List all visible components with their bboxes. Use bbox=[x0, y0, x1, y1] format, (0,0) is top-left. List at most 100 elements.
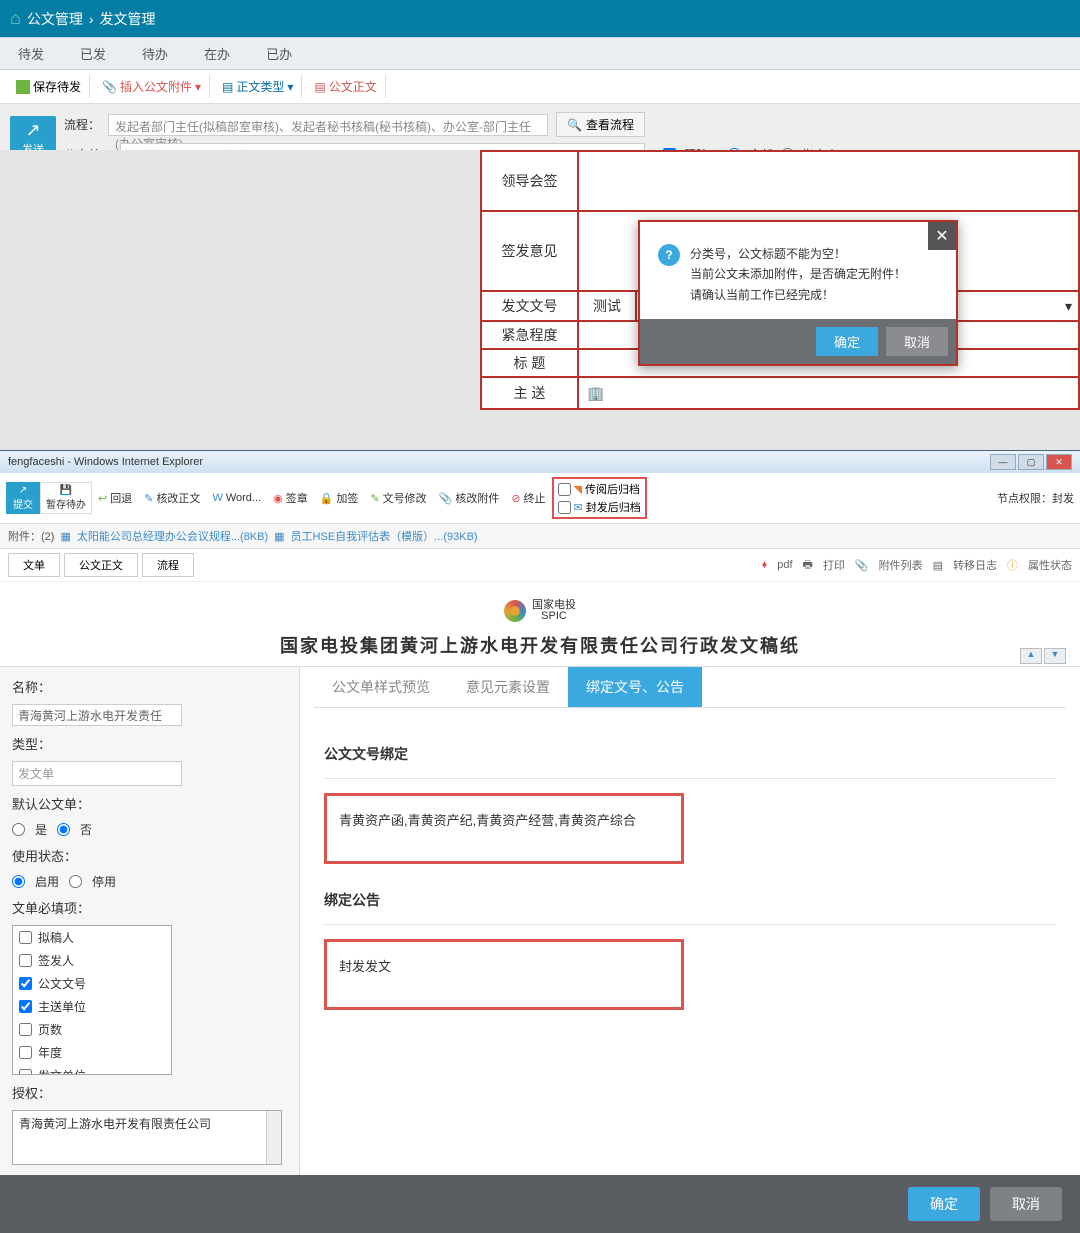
doc-number-binding-box[interactable]: 青黄资产函,青黄资产纪,青黄资产经营,青黄资产综合 bbox=[324, 793, 684, 864]
disable-radio[interactable] bbox=[69, 875, 82, 888]
doc-tab-flow[interactable]: 流程 bbox=[142, 553, 194, 577]
save-pending-button[interactable]: 保存待发 bbox=[8, 75, 90, 98]
node-auth: 节点权限：封发 bbox=[997, 490, 1074, 506]
print-link[interactable]: 打印 bbox=[823, 557, 845, 573]
req-checkbox[interactable] bbox=[19, 1000, 32, 1013]
stop-icon: ⊘ bbox=[511, 492, 520, 505]
req-checkbox[interactable] bbox=[19, 954, 32, 967]
attach-icon: 📎 bbox=[439, 492, 453, 505]
toolbar: 保存待发 📎插入公文附件▾ ▤正文类型▾ ▤公文正文 bbox=[0, 70, 1080, 104]
breadcrumb-app[interactable]: 公文管理 bbox=[27, 9, 83, 29]
default-no-radio[interactable] bbox=[57, 823, 70, 836]
dialog-ok-button[interactable]: 确定 bbox=[816, 327, 878, 356]
ie-window: fengfaceshi - Windows Internet Explorer … bbox=[0, 450, 1080, 666]
save-icon bbox=[16, 80, 30, 94]
org-picker-icon[interactable]: 🏢 bbox=[587, 385, 604, 401]
config-left-panel: 名称： 类型： 发文单 默认公文单： 是 否 使用状态： 启用 停用 文单必填项… bbox=[0, 667, 300, 1175]
leader-sign-cell: 领导会签 bbox=[481, 151, 578, 211]
use-status-label: 使用状态： bbox=[12, 846, 287, 865]
tab-sent[interactable]: 已发 bbox=[62, 38, 124, 69]
sign-button[interactable]: ◉签章 bbox=[267, 488, 314, 508]
footer-cancel-button[interactable]: 取消 bbox=[990, 1187, 1062, 1221]
view-flow-button[interactable]: 🔍查看流程 bbox=[556, 112, 645, 137]
minimize-button[interactable]: — bbox=[990, 454, 1016, 470]
word-button[interactable]: WWord... bbox=[206, 490, 267, 506]
enable-radio[interactable] bbox=[12, 875, 25, 888]
tab-in-progress[interactable]: 在办 bbox=[186, 38, 248, 69]
doc-icon: ▤ bbox=[222, 80, 233, 94]
doc-body-button[interactable]: ▤公文正文 bbox=[306, 75, 385, 98]
doc-type-button[interactable]: ▤正文类型▾ bbox=[214, 75, 302, 98]
rss-icon: ◥ bbox=[574, 483, 582, 496]
scroll-up-button[interactable]: ▲ bbox=[1020, 648, 1042, 664]
name-input[interactable] bbox=[12, 704, 182, 726]
required-label: 文单必填项： bbox=[12, 898, 287, 917]
home-icon[interactable]: ⌂ bbox=[10, 8, 21, 29]
encrypt-button[interactable]: 🔒加签 bbox=[314, 488, 365, 508]
default-yes-radio[interactable] bbox=[12, 823, 25, 836]
edit-icon: ✎ bbox=[370, 492, 379, 505]
list-item: 发文单位 bbox=[13, 1064, 171, 1075]
save-pending-button[interactable]: 💾暂存待办 bbox=[40, 482, 92, 514]
list-icon: 📎 bbox=[855, 559, 869, 572]
tab-todo[interactable]: 待办 bbox=[124, 38, 186, 69]
log-icon: ▤ bbox=[933, 559, 943, 572]
docnum-change-button[interactable]: ✎文号修改 bbox=[364, 488, 432, 508]
transfer-log-link[interactable]: 转移日志 bbox=[953, 557, 997, 573]
word-icon: ▦ bbox=[274, 530, 284, 543]
right-tabs: 公文单样式预览 意见元素设置 绑定文号、公告 bbox=[314, 667, 1066, 708]
urgency-cell: 紧急程度 bbox=[481, 321, 578, 349]
tab-style-preview[interactable]: 公文单样式预览 bbox=[314, 667, 448, 707]
required-list[interactable]: 拟稿人 签发人 公文文号 主送单位 页数 年度 发文单位 bbox=[12, 925, 172, 1075]
scroll-down-button[interactable]: ▼ bbox=[1044, 648, 1066, 664]
default-form-label: 默认公文单： bbox=[12, 794, 287, 813]
footer-bar: 确定 取消 bbox=[0, 1175, 1080, 1233]
doc-number-value[interactable]: 测试 bbox=[578, 291, 636, 321]
list-item: 公文文号 bbox=[13, 972, 171, 995]
req-checkbox[interactable] bbox=[19, 977, 32, 990]
top-tabs: 待发 已发 待办 在办 已办 bbox=[0, 37, 1080, 70]
scrollbar[interactable] bbox=[266, 1111, 281, 1164]
auth-box[interactable]: 青海黄河上游水电开发有限责任公司 bbox=[12, 1110, 282, 1165]
footer-ok-button[interactable]: 确定 bbox=[908, 1187, 980, 1221]
maximize-button[interactable]: ▢ bbox=[1018, 454, 1044, 470]
attr-status-link[interactable]: 属性状态 bbox=[1028, 557, 1072, 573]
list-item: 拟稿人 bbox=[13, 926, 171, 949]
pdf-link[interactable]: pdf bbox=[777, 559, 792, 571]
lock-icon: 🔒 bbox=[320, 492, 334, 505]
dialog-cancel-button[interactable]: 取消 bbox=[886, 327, 948, 356]
attachment-link-1[interactable]: 太阳能公司总经理办公会议规程...(8KB) bbox=[77, 528, 268, 544]
req-checkbox[interactable] bbox=[19, 1069, 32, 1075]
attachment-link-2[interactable]: 员工HSE自我评估表（模版）...(93KB) bbox=[291, 528, 478, 544]
submit-button[interactable]: ↗提交 bbox=[6, 482, 40, 514]
close-button[interactable]: ✕ bbox=[928, 222, 956, 250]
archive-options: ◥传阅后归档 ✉封发后归档 bbox=[552, 477, 647, 519]
list-item: 主送单位 bbox=[13, 995, 171, 1018]
terminate-button[interactable]: ⊘终止 bbox=[505, 488, 551, 508]
tab-opinion-element[interactable]: 意见元素设置 bbox=[448, 667, 568, 707]
circulate-archive-checkbox[interactable] bbox=[558, 483, 571, 496]
window-close-button[interactable]: ✕ bbox=[1046, 454, 1072, 470]
insert-attachment-button[interactable]: 📎插入公文附件▾ bbox=[94, 75, 210, 98]
req-checkbox[interactable] bbox=[19, 1046, 32, 1059]
retreat-button[interactable]: ↩回退 bbox=[92, 488, 138, 508]
dropdown-icon[interactable]: ▾ bbox=[1065, 298, 1072, 314]
notice-binding-box[interactable]: 封发发文 bbox=[324, 939, 684, 1010]
req-checkbox[interactable] bbox=[19, 931, 32, 944]
doc-tab-body[interactable]: 公文正文 bbox=[64, 553, 138, 577]
send-icon: ↗ bbox=[25, 120, 40, 141]
flow-input[interactable]: 发起者部门主任(拟稿部室审核)、发起者秘书核稿(秘书核稿)、办公室-部门主任(办… bbox=[108, 114, 548, 136]
spic-logo-icon bbox=[504, 600, 526, 622]
doc-tab-form[interactable]: 文单 bbox=[8, 553, 60, 577]
seal-archive-checkbox[interactable] bbox=[558, 501, 571, 514]
review-attach-button[interactable]: 📎核改附件 bbox=[433, 488, 506, 508]
breadcrumb-page[interactable]: 发文管理 bbox=[100, 9, 156, 29]
tab-done[interactable]: 已办 bbox=[248, 38, 310, 69]
review-body-button[interactable]: ✎核改正文 bbox=[138, 488, 206, 508]
name-label: 名称： bbox=[12, 677, 287, 696]
attach-list-link[interactable]: 附件列表 bbox=[879, 557, 923, 573]
req-checkbox[interactable] bbox=[19, 1023, 32, 1036]
doc-tabs: 文单 公文正文 流程 ♦pdf 🖶打印 📎附件列表 ▤转移日志 ⓘ属性状态 bbox=[0, 549, 1080, 582]
tab-bind-number[interactable]: 绑定文号、公告 bbox=[568, 667, 702, 707]
tab-pending-send[interactable]: 待发 bbox=[0, 38, 62, 69]
